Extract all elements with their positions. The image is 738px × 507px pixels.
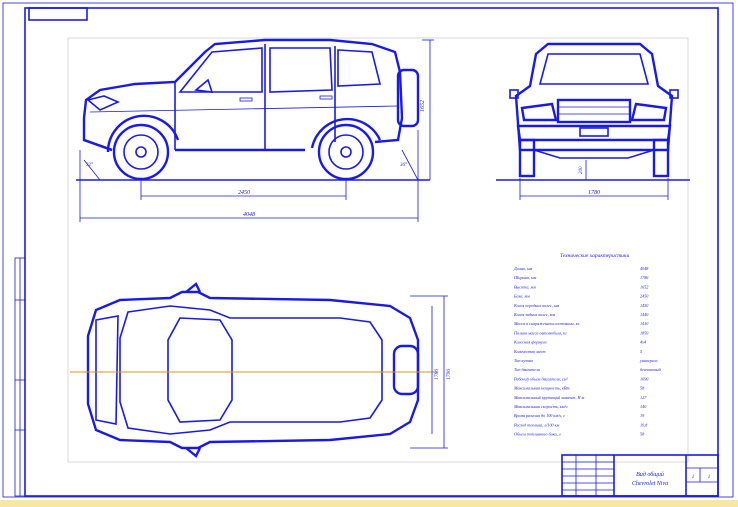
front-windshield <box>538 53 650 85</box>
bottom-status-strip <box>0 500 738 507</box>
top-view: 1790 1786 <box>70 282 452 458</box>
spec-value: 19 <box>640 413 645 418</box>
spec-key: Объем топливного бака, л <box>514 432 561 438</box>
front-left-tire <box>518 138 536 178</box>
side-front-wheel <box>112 123 170 181</box>
spec-value: 1652 <box>640 284 648 289</box>
technical-drawing: 2450 4048 1652 32° 36° 1780 200 1790 178… <box>2 2 734 498</box>
stamp-sheet: 1 <box>692 475 695 480</box>
spec-key: Полная масса автомобиля, кг <box>513 330 567 336</box>
front-width-label: 1780 <box>588 190 600 196</box>
length-label: 4048 <box>243 211 255 218</box>
spec-key: Высота, мм <box>514 284 536 290</box>
spec-key: Рабочий объем двигателя, см³ <box>513 376 568 382</box>
approach-angle-label: 32° <box>86 163 93 168</box>
departure-angle-label: 36° <box>400 163 407 168</box>
spec-key: Тип кузова <box>514 358 533 363</box>
front-grille <box>556 98 632 124</box>
title-block: Вид общий Chevrolet Niva 1 1 <box>561 454 719 497</box>
stamp-sheets: 1 <box>708 475 711 480</box>
top-corner-box <box>28 7 88 21</box>
stamp-title-line1: Вид общий <box>636 471 664 478</box>
spec-value: 58 <box>640 386 645 391</box>
spec-value: бензиновый <box>640 367 662 372</box>
top-hood <box>95 315 119 425</box>
top-width-label-2: 1786 <box>434 369 440 380</box>
stamp-title-line2: Chevrolet Niva <box>632 481 668 487</box>
side-headlight <box>86 95 120 111</box>
spec-rows: Длина, мм 4048 Ширина, мм 1786 Высота, мм 165… <box>513 266 662 438</box>
top-windshield <box>167 317 233 423</box>
spec-key: Колея передних колес, мм <box>513 303 560 309</box>
spec-key: Колесная формула <box>513 340 547 345</box>
spec-value: 1410 <box>640 321 649 326</box>
side-mirror <box>194 78 214 93</box>
spec-value: 5 <box>640 349 642 354</box>
spec-key: Расход топлива, л/100 км <box>513 422 560 428</box>
side-door-handle <box>239 97 253 102</box>
spec-key: Масса в снаряженном состоянии, кг <box>513 321 580 327</box>
spec-value: 1786 <box>640 275 649 280</box>
spec-key: Максимальная мощность, кВт <box>513 386 570 392</box>
spec-table: Технические характеристики Длина, мм 4048… <box>513 253 662 438</box>
side-quarter-window <box>337 49 382 87</box>
inner-frame <box>24 7 719 497</box>
height-label: 1652 <box>420 100 426 112</box>
spec-value: 140 <box>640 404 647 409</box>
front-right-tire <box>652 138 670 178</box>
side-body-outline <box>82 38 404 152</box>
spec-value: 127 <box>640 395 647 400</box>
spec-value: 1440 <box>640 312 649 317</box>
spec-key: Тип двигателя <box>514 367 540 372</box>
spec-key: Колея задних колес, мм <box>513 312 555 318</box>
spec-key: Время разгона до 100 км/ч, с <box>514 413 565 419</box>
spec-key: Длина, мм <box>513 266 533 272</box>
front-view: 1780 200 <box>496 42 690 200</box>
side-rear-arch <box>310 117 382 149</box>
side-belt-line <box>89 105 399 113</box>
spec-value: 2450 <box>640 294 649 299</box>
wheelbase-label: 2450 <box>238 189 250 196</box>
spec-title: Технические характеристики <box>560 253 629 259</box>
spec-key: Количество мест <box>513 349 545 354</box>
side-rear-wheel <box>317 123 375 181</box>
spec-key: База, мм <box>513 294 530 300</box>
spec-key: Ширина, мм <box>513 275 537 281</box>
front-body-outline <box>514 42 674 152</box>
top-body-outline <box>86 290 420 450</box>
spec-value: 4х4 <box>640 340 646 345</box>
spec-value: 1850 <box>640 330 649 335</box>
spec-key: Максимальная скорость, км/ч <box>513 404 568 410</box>
spec-value: 58 <box>640 432 645 437</box>
left-margin-strip <box>14 257 26 497</box>
top-spare-wheel <box>392 344 420 396</box>
drawing-area <box>67 37 689 463</box>
spec-key: Максимальный крутящий момент, Н·м <box>513 395 585 401</box>
side-view: 2450 4048 1652 32° 36° <box>76 38 434 222</box>
side-front-window <box>174 47 263 93</box>
top-roof-outline <box>119 305 383 435</box>
front-right-headlight <box>630 102 668 122</box>
side-rear-window <box>269 47 333 93</box>
top-width-label: 1790 <box>446 369 452 380</box>
spec-value: 1690 <box>640 376 649 381</box>
spec-value: 10,8 <box>640 422 648 428</box>
drawing-sheet: 2450 4048 1652 32° 36° 1780 200 1790 178… <box>0 0 738 507</box>
front-plate <box>579 127 609 137</box>
spec-value: 4048 <box>640 266 649 271</box>
front-left-headlight <box>520 102 558 122</box>
spec-value: 1450 <box>640 303 649 308</box>
spec-value: универсал <box>639 358 658 363</box>
front-clearance-label: 200 <box>579 166 584 174</box>
